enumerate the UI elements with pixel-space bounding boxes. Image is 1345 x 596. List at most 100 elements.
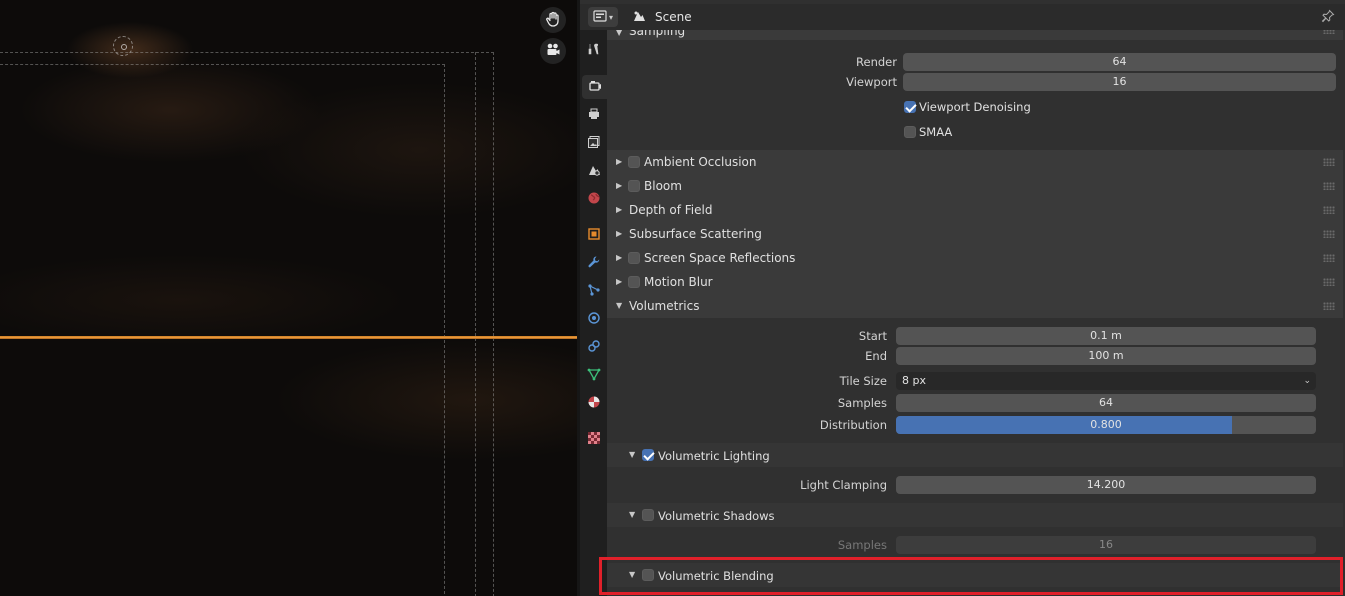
ambient-occlusion-checkbox[interactable] <box>628 156 640 168</box>
constraint-icon <box>587 339 601 356</box>
drag-grip-icon[interactable] <box>1323 302 1335 310</box>
render-samples-field[interactable]: 64 <box>903 53 1336 71</box>
panel-title: Volumetrics <box>629 299 700 313</box>
panel-sampling-header[interactable]: ▼ Sampling <box>607 30 1343 40</box>
panel-title: Sampling <box>629 30 686 38</box>
drag-grip-icon[interactable] <box>1323 30 1335 34</box>
tab-tool[interactable] <box>582 38 605 62</box>
start-label: Start <box>858 329 887 343</box>
start-field[interactable]: 0.1 m <box>896 327 1316 345</box>
viewport-samples-field[interactable]: 16 <box>903 73 1336 91</box>
light-clamping-label: Light Clamping <box>800 478 887 492</box>
panel-title: Depth of Field <box>629 203 713 217</box>
printer-icon <box>587 107 601 124</box>
panel-ambient-occlusion-header[interactable]: ▶ Ambient Occlusion <box>607 150 1343 174</box>
tab-particles[interactable] <box>582 279 605 303</box>
chevron-right-icon: ▶ <box>616 277 623 286</box>
camera-frame-inner <box>0 64 445 596</box>
panel-title: Motion Blur <box>644 275 713 289</box>
chevron-down-icon: ▼ <box>629 510 636 519</box>
properties-editor: ▾ Scene ▼ Sampling Render 64 Viewport 16… <box>580 0 1345 596</box>
light-clamping-field[interactable]: 14.200 <box>896 476 1316 494</box>
properties-editor-icon <box>593 9 607 25</box>
tab-texture[interactable] <box>582 427 605 451</box>
particles-icon <box>587 283 601 300</box>
chevron-down-icon: ▼ <box>616 301 623 310</box>
camera-view-button[interactable] <box>540 38 566 64</box>
panel-depth-of-field-header[interactable]: ▶ Depth of Field <box>607 198 1343 222</box>
tab-modifier[interactable] <box>582 251 605 275</box>
smaa-checkbox[interactable] <box>904 126 916 138</box>
mesh-data-icon <box>587 367 601 384</box>
panel-title: Ambient Occlusion <box>644 155 757 169</box>
bloom-checkbox[interactable] <box>628 180 640 192</box>
scene-icon <box>587 163 601 180</box>
panel-motion-blur-header[interactable]: ▶ Motion Blur <box>607 270 1343 294</box>
panel-screen-space-reflections-header[interactable]: ▶ Screen Space Reflections <box>607 246 1343 270</box>
panel-title: Screen Space Reflections <box>644 251 796 265</box>
panel-bloom-header[interactable]: ▶ Bloom <box>607 174 1343 198</box>
chevron-right-icon: ▶ <box>616 253 623 262</box>
camera-back-icon <box>588 79 602 96</box>
image-stack-icon <box>587 135 601 152</box>
drag-grip-icon[interactable] <box>1323 230 1335 238</box>
chevron-right-icon: ▶ <box>616 229 623 238</box>
panel-title: Bloom <box>644 179 682 193</box>
render-samples-label: Render <box>856 55 897 69</box>
pan-view-button[interactable] <box>540 7 566 33</box>
samples-field[interactable]: 64 <box>896 394 1316 412</box>
tab-view-layer[interactable] <box>582 131 605 155</box>
wrench-screwdriver-icon <box>587 42 601 59</box>
wrench-icon <box>587 255 601 272</box>
properties-header: ▾ Scene <box>580 4 1345 30</box>
panel-subsurface-scattering-header[interactable]: ▶ Subsurface Scattering <box>607 222 1343 246</box>
drag-grip-icon[interactable] <box>1323 182 1335 190</box>
distribution-label: Distribution <box>819 418 887 432</box>
checker-texture-icon <box>587 431 601 448</box>
tab-object[interactable] <box>582 223 605 247</box>
chevron-right-icon: ▶ <box>616 181 623 190</box>
end-label: End <box>865 349 887 363</box>
3d-viewport[interactable] <box>0 0 577 596</box>
hand-icon <box>545 11 561 30</box>
drag-grip-icon[interactable] <box>1323 278 1335 286</box>
drag-grip-icon[interactable] <box>1323 206 1335 214</box>
subpanel-title: Volumetric Lighting <box>658 449 770 463</box>
drag-grip-icon[interactable] <box>1323 254 1335 262</box>
tab-material[interactable] <box>582 391 605 415</box>
drag-grip-icon[interactable] <box>1323 158 1335 166</box>
tab-physics[interactable] <box>582 307 605 331</box>
tab-world[interactable] <box>582 187 605 211</box>
chevron-down-icon: ▼ <box>616 30 623 37</box>
tab-data[interactable] <box>582 363 605 387</box>
3d-cursor-icon[interactable] <box>113 36 133 56</box>
pin-icon[interactable] <box>1321 9 1335 26</box>
motion-blur-checkbox[interactable] <box>628 276 640 288</box>
subpanel-volumetric-shadows-header[interactable]: ▼ Volumetric Shadows <box>607 503 1343 527</box>
object-square-icon <box>587 227 601 244</box>
chevron-down-icon: ⌄ <box>1303 376 1311 386</box>
movie-camera-icon <box>545 42 561 61</box>
volumetric-shadows-checkbox[interactable] <box>642 509 654 521</box>
distribution-slider[interactable]: 0.800 <box>896 416 1316 434</box>
subpanel-volumetric-lighting-header[interactable]: ▼ Volumetric Lighting <box>607 443 1343 467</box>
screen-space-reflections-checkbox[interactable] <box>628 252 640 264</box>
tab-output[interactable] <box>582 103 605 127</box>
subpanel-title: Volumetric Shadows <box>658 509 775 523</box>
render-properties-content: ▼ Sampling Render 64 Viewport 16 Viewpor… <box>607 30 1345 596</box>
end-field[interactable]: 100 m <box>896 347 1316 365</box>
shadow-samples-field: 16 <box>896 536 1316 554</box>
tab-scene[interactable] <box>582 159 605 183</box>
viewport-samples-label: Viewport <box>846 75 897 89</box>
chevron-down-icon: ▼ <box>629 450 636 459</box>
tile-size-dropdown[interactable]: 8 px ⌄ <box>896 372 1316 390</box>
scene-icon <box>632 9 646 26</box>
physics-icon <box>587 311 601 328</box>
volumetric-lighting-checkbox[interactable] <box>642 449 654 461</box>
tab-render[interactable] <box>582 75 607 99</box>
viewport-denoising-label: Viewport Denoising <box>919 100 1031 114</box>
panel-volumetrics-header[interactable]: ▼ Volumetrics <box>607 294 1343 318</box>
tab-constraints[interactable] <box>582 335 605 359</box>
editor-type-button[interactable]: ▾ <box>588 7 618 27</box>
viewport-denoising-checkbox[interactable] <box>904 101 916 113</box>
